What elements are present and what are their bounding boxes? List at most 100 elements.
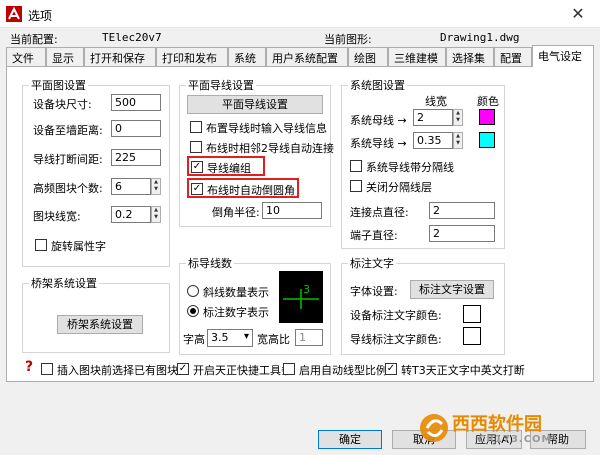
tab-panel: 平面图设置 设备块尺寸: 500 设备至墙距离: 0 导线打断间距: 225 高… — [6, 66, 594, 382]
tab-files[interactable]: 文件 — [6, 47, 46, 66]
watermark-text: 西西软件园 — [452, 414, 542, 435]
system-settings-title: 系统图设置 — [350, 79, 405, 92]
tab-display[interactable]: 显示 — [46, 47, 84, 66]
current-profile-label: 当前配置: — [10, 33, 58, 46]
t3-text-break-checkbox[interactable]: ✓ — [385, 363, 397, 375]
tab-plot-publish[interactable]: 打印和发布 — [156, 47, 228, 66]
device-text-color-swatch[interactable] — [463, 305, 481, 323]
tab-system[interactable]: 系统 — [228, 47, 266, 66]
rotate-attr-checkbox[interactable] — [35, 239, 47, 251]
slash-count-label: 斜线数量表示 — [203, 286, 269, 299]
block-count-spinner[interactable]: ▲ ▼ — [151, 178, 161, 195]
system-bus-spinner[interactable]: ▲ ▼ — [453, 109, 463, 126]
font-height-label: 字高 — [183, 333, 205, 346]
system-wire-sep-checkbox[interactable] — [350, 160, 362, 172]
tray-settings-group: 桥架系统设置 — [22, 275, 170, 353]
tab-drafting[interactable]: 绘图 — [348, 47, 388, 66]
tab-3d-modeling[interactable]: 三维建模 — [388, 47, 446, 66]
wire-text-color-swatch[interactable] — [463, 327, 481, 345]
rotate-attr-label: 旋转属性字 — [51, 240, 106, 253]
tab-open-save[interactable]: 打开和保存 — [84, 47, 156, 66]
fillet-radius-input[interactable]: 10 — [262, 202, 322, 219]
shortcut-toolbar-label: 开启天正快捷工具条 — [193, 364, 292, 377]
system-wire-color-swatch[interactable] — [479, 132, 495, 148]
font-height-select[interactable]: 3.5 — [207, 329, 253, 347]
close-icon[interactable]: ✕ — [566, 4, 590, 24]
block-linewidth-input[interactable]: 0.2 — [111, 206, 151, 223]
plan-wire-settings-button[interactable]: 平面导线设置 — [187, 95, 323, 114]
ok-button[interactable]: 确定 — [318, 430, 382, 449]
device-wall-distance-label: 设备至墙距离: — [33, 124, 103, 137]
auto-connect-checkbox[interactable] — [190, 141, 202, 153]
insert-block-checkbox[interactable] — [41, 363, 53, 375]
annotation-font-button[interactable]: 标注文字设置 — [410, 280, 494, 299]
device-text-color-label: 设备标注文字颜色: — [350, 309, 442, 322]
insert-block-label: 插入图块前选择已有图块 — [57, 364, 178, 377]
block-count-input[interactable]: 6 — [111, 178, 151, 195]
current-drawing-value: Drawing1.dwg — [440, 31, 520, 44]
terminal-diameter-label: 端子直径: — [350, 229, 398, 242]
system-wire-width-input[interactable]: 0.35 — [413, 132, 453, 149]
input-wire-info-label: 布置导线时输入导线信息 — [206, 122, 327, 135]
block-count-label: 高频图块个数: — [33, 182, 103, 195]
system-bus-label: 系统母线 → — [350, 114, 407, 127]
tab-profiles[interactable]: 配置 — [494, 47, 532, 66]
system-width-header: 线宽 — [425, 95, 447, 108]
block-linewidth-spinner[interactable]: ▲ ▼ — [151, 206, 161, 223]
auto-linetype-label: 启用自动线型比例 — [299, 364, 387, 377]
block-size-label: 设备块尺寸: — [33, 98, 92, 111]
system-bus-width-input[interactable]: 2 — [413, 109, 453, 126]
block-linewidth-label: 图块线宽: — [33, 210, 81, 223]
system-wire-sep-label: 系统导线带分隔线 — [366, 161, 454, 174]
annotation-title: 标注文字 — [350, 257, 394, 270]
tray-settings-button[interactable]: 桥架系统设置 — [57, 315, 143, 334]
fillet-radius-label: 倒角半径: — [212, 206, 260, 219]
connect-dot-label: 连接点直径: — [350, 206, 409, 219]
system-color-header: 颜色 — [477, 95, 499, 108]
close-sep-layer-checkbox[interactable] — [350, 180, 362, 192]
plan-settings-title: 平面图设置 — [31, 79, 86, 92]
t3-text-break-label: 转T3天正文字中英文打断 — [401, 364, 525, 377]
wire-group-label: 导线编组 — [207, 162, 251, 175]
system-wire-label: 系统导线 → — [350, 137, 407, 150]
autocad-logo-icon — [6, 6, 22, 22]
plan-wire-title: 平面导线设置 — [188, 79, 254, 92]
auto-fillet-checkbox[interactable]: ✓ — [191, 183, 203, 195]
aspect-ratio-input[interactable]: 1 — [295, 329, 323, 346]
title-bar: 选项 ✕ — [0, 0, 600, 28]
preview-digit: 3 — [303, 283, 310, 296]
input-wire-info-checkbox[interactable] — [190, 121, 202, 133]
connect-dot-input[interactable]: 2 — [429, 202, 495, 219]
system-bus-color-swatch[interactable] — [479, 109, 495, 125]
watermark: 西西软件园 CR173.COM — [418, 408, 596, 452]
terminal-diameter-input[interactable]: 2 — [429, 225, 495, 242]
number-count-label: 标注数字表示 — [203, 306, 269, 319]
window-title: 选项 — [28, 9, 53, 23]
auto-connect-label: 布线时相邻2导线自动连接 — [206, 142, 334, 155]
font-settings-label: 字体设置: — [350, 285, 398, 298]
slash-count-radio[interactable] — [187, 285, 199, 297]
tab-selection[interactable]: 选择集 — [446, 47, 494, 66]
tab-electrical-settings[interactable]: 电气设定 — [532, 45, 594, 67]
wire-count-title: 标导线数 — [188, 257, 232, 270]
system-wire-spinner[interactable]: ▲ ▼ — [453, 132, 463, 149]
tab-user-preferences[interactable]: 用户系统配置 — [266, 47, 348, 66]
block-size-input[interactable]: 500 — [111, 94, 161, 111]
auto-fillet-label: 布线时自动倒圆角 — [207, 184, 295, 197]
help-icon[interactable]: ? — [25, 359, 33, 375]
wire-count-preview-graphic: 3 — [283, 283, 319, 309]
wire-group-checkbox[interactable]: ✓ — [191, 161, 203, 173]
wire-break-label: 导线打断间距: — [33, 153, 103, 166]
aspect-ratio-label: 宽高比 — [257, 333, 290, 346]
wire-text-color-label: 导线标注文字颜色: — [350, 333, 442, 346]
wire-count-preview: 3 — [279, 271, 323, 323]
watermark-url: CR173.COM — [478, 434, 553, 445]
device-wall-distance-input[interactable]: 0 — [111, 120, 161, 137]
current-profile-value: TElec20v7 — [102, 31, 162, 44]
tray-settings-title: 桥架系统设置 — [31, 277, 97, 290]
shortcut-toolbar-checkbox[interactable]: ✓ — [177, 363, 189, 375]
number-count-radio[interactable] — [187, 305, 199, 317]
current-drawing-label: 当前图形: — [324, 33, 372, 46]
auto-linetype-checkbox[interactable] — [283, 363, 295, 375]
wire-break-input[interactable]: 225 — [111, 149, 161, 166]
